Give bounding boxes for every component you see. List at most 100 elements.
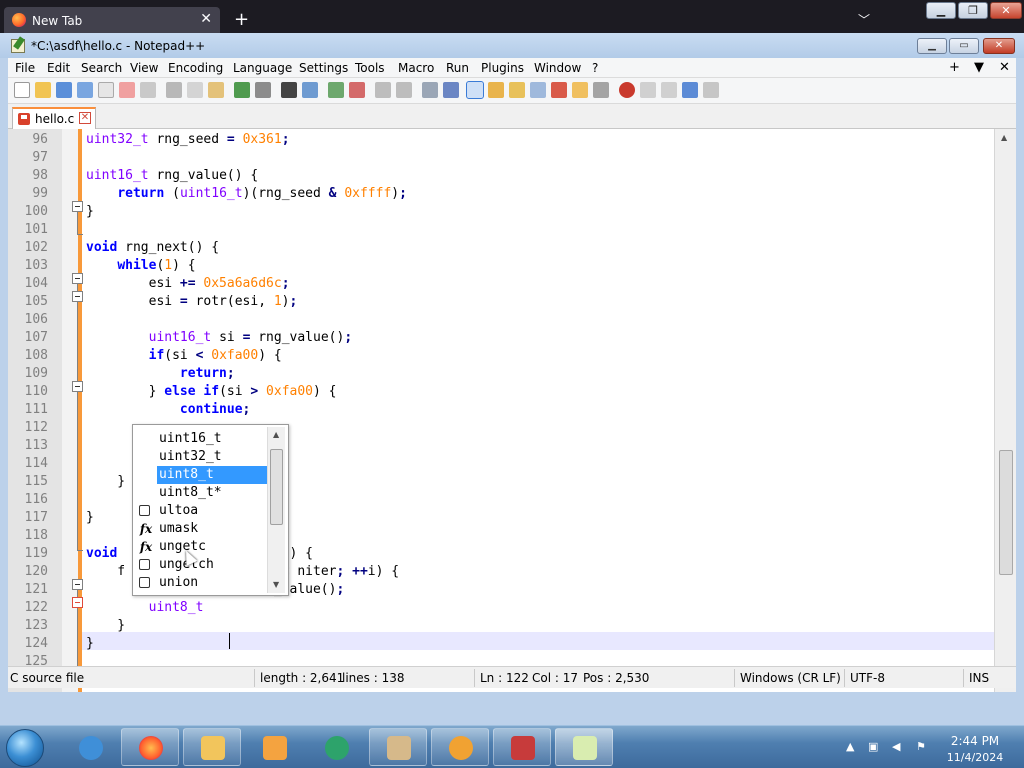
vertical-scrollbar[interactable]: ▲ ▼ bbox=[994, 129, 1016, 692]
maximize-button[interactable]: ▭ bbox=[949, 38, 979, 54]
menu-encoding[interactable]: Encoding bbox=[168, 61, 223, 75]
copy-icon[interactable] bbox=[187, 82, 203, 98]
indent-guide-icon[interactable] bbox=[466, 81, 484, 99]
word-wrap-icon[interactable] bbox=[422, 82, 438, 98]
browser-tab[interactable]: New Tab ✕ bbox=[4, 7, 220, 33]
cut-icon[interactable] bbox=[166, 82, 182, 98]
browser-minimize-button[interactable]: ▁ bbox=[926, 2, 956, 19]
folder-workspace-icon[interactable] bbox=[572, 82, 588, 98]
save-all-icon[interactable] bbox=[77, 82, 93, 98]
undo-icon[interactable] bbox=[234, 82, 250, 98]
menu-search[interactable]: Search bbox=[81, 61, 122, 75]
menu-view[interactable]: View bbox=[130, 61, 158, 75]
fold-toggle-icon[interactable] bbox=[72, 201, 83, 212]
menu-language[interactable]: Language bbox=[233, 61, 292, 75]
taskbar-notepadpp[interactable] bbox=[555, 728, 613, 766]
autocomplete-item[interactable]: ungetch bbox=[157, 556, 267, 574]
close-all-icon[interactable] bbox=[119, 82, 135, 98]
autocomplete-item[interactable]: uint8_t bbox=[157, 466, 267, 484]
menu-edit[interactable]: Edit bbox=[47, 61, 70, 75]
monitor-icon[interactable] bbox=[593, 82, 609, 98]
code-editor[interactable]: 96 97 98 99 100 101 102 103 104 105 106 107 108 109 11… bbox=[8, 129, 1016, 692]
save-macro-icon[interactable] bbox=[703, 82, 719, 98]
new-tab-button[interactable]: + bbox=[234, 9, 249, 30]
print-icon[interactable] bbox=[140, 82, 156, 98]
fold-toggle-icon[interactable] bbox=[72, 597, 83, 608]
doc-list-icon[interactable] bbox=[530, 82, 546, 98]
close-button[interactable]: ✕ bbox=[983, 38, 1015, 54]
menu-close-doc-icon[interactable]: ✕ bbox=[999, 60, 1010, 75]
autocomplete-popup[interactable]: uint16_t uint32_t uint8_t uint8_t* ultoa fx um… bbox=[132, 424, 289, 596]
autocomplete-scroll-down-icon[interactable]: ▼ bbox=[273, 580, 279, 589]
notepadpp-app-icon[interactable] bbox=[11, 39, 25, 53]
autocomplete-item[interactable]: uint32_t bbox=[157, 448, 267, 466]
menu-macro[interactable]: Macro bbox=[398, 61, 434, 75]
function-list-icon[interactable] bbox=[551, 82, 567, 98]
find-icon[interactable] bbox=[281, 82, 297, 98]
autocomplete-item[interactable]: uint16_t bbox=[157, 430, 267, 448]
zoom-out-icon[interactable] bbox=[349, 82, 365, 98]
taskbar-paint[interactable] bbox=[369, 728, 427, 766]
doc-map-icon[interactable] bbox=[509, 82, 525, 98]
menu-help[interactable]: ? bbox=[592, 61, 598, 75]
browser-restore-button[interactable]: ❐ bbox=[958, 2, 988, 19]
taskbar-media[interactable] bbox=[245, 728, 303, 766]
network-icon[interactable]: ▣ bbox=[868, 740, 882, 754]
new-file-icon[interactable] bbox=[14, 82, 30, 98]
record-macro-icon[interactable] bbox=[619, 82, 635, 98]
menu-add-icon[interactable]: + bbox=[949, 60, 960, 75]
menu-plugins[interactable]: Plugins bbox=[481, 61, 524, 75]
autocomplete-scroll-up-icon[interactable]: ▲ bbox=[273, 430, 279, 439]
clock-time[interactable]: 2:44 PM bbox=[940, 734, 1010, 748]
menu-dropdown-icon[interactable]: ▼ bbox=[974, 60, 984, 75]
sync-vertical-icon[interactable] bbox=[375, 82, 391, 98]
play-macro-icon[interactable] bbox=[661, 82, 677, 98]
autocomplete-scroll-thumb[interactable] bbox=[270, 449, 283, 525]
zoom-in-icon[interactable] bbox=[328, 82, 344, 98]
browser-tab-close-icon[interactable]: ✕ bbox=[200, 11, 212, 27]
replace-icon[interactable] bbox=[302, 82, 318, 98]
save-icon[interactable] bbox=[56, 82, 72, 98]
menu-tools[interactable]: Tools bbox=[355, 61, 385, 75]
redo-icon[interactable] bbox=[255, 82, 271, 98]
clock-date[interactable]: 11/4/2024 bbox=[940, 751, 1010, 764]
fold-toggle-icon[interactable] bbox=[72, 381, 83, 392]
action-center-flag-icon[interactable]: ⚑ bbox=[916, 740, 930, 754]
scroll-up-icon[interactable]: ▲ bbox=[1001, 133, 1007, 142]
taskbar-chart-app[interactable] bbox=[493, 728, 551, 766]
paste-icon[interactable] bbox=[208, 82, 224, 98]
open-file-icon[interactable] bbox=[35, 82, 51, 98]
sync-horizontal-icon[interactable] bbox=[396, 82, 412, 98]
taskbar-app[interactable] bbox=[307, 728, 365, 766]
udl-icon[interactable] bbox=[488, 82, 504, 98]
fold-toggle-icon[interactable] bbox=[72, 579, 83, 590]
volume-muted-icon[interactable]: ◀ bbox=[892, 740, 906, 754]
taskbar-scratch[interactable] bbox=[431, 728, 489, 766]
menu-settings[interactable]: Settings bbox=[299, 61, 348, 75]
tab-close-icon[interactable]: ✕ bbox=[79, 112, 91, 124]
autocomplete-item[interactable]: union bbox=[157, 574, 267, 592]
menu-window[interactable]: Window bbox=[534, 61, 581, 75]
fold-toggle-icon[interactable] bbox=[72, 291, 83, 302]
menu-run[interactable]: Run bbox=[446, 61, 469, 75]
tab-hello-c[interactable]: hello.c ✕ bbox=[12, 107, 96, 129]
scrollbar-thumb[interactable] bbox=[999, 450, 1013, 575]
show-all-chars-icon[interactable] bbox=[443, 82, 459, 98]
taskbar-ie[interactable] bbox=[61, 728, 119, 766]
run-macro-multiple-icon[interactable] bbox=[682, 82, 698, 98]
menu-file[interactable]: File bbox=[15, 61, 35, 75]
fold-toggle-icon[interactable] bbox=[72, 273, 83, 284]
browser-close-button[interactable]: ✕ bbox=[990, 2, 1022, 19]
taskbar-explorer[interactable] bbox=[183, 728, 241, 766]
line-number-gutter[interactable]: 96 97 98 99 100 101 102 103 104 105 106 107 108 109 11… bbox=[8, 129, 62, 692]
tab-list-chevron-icon[interactable]: ﹀ bbox=[858, 11, 870, 28]
taskbar-firefox[interactable] bbox=[121, 728, 179, 766]
close-file-icon[interactable] bbox=[98, 82, 114, 98]
minimize-button[interactable]: ▁ bbox=[917, 38, 947, 54]
autocomplete-scrollbar[interactable]: ▲ ▼ bbox=[267, 427, 285, 593]
autocomplete-item[interactable]: ungetc bbox=[157, 538, 267, 556]
autocomplete-item[interactable]: umask bbox=[157, 520, 267, 538]
tray-expand-icon[interactable]: ▲ bbox=[846, 740, 860, 754]
autocomplete-item[interactable]: ultoa bbox=[157, 502, 267, 520]
start-button[interactable] bbox=[6, 729, 44, 767]
